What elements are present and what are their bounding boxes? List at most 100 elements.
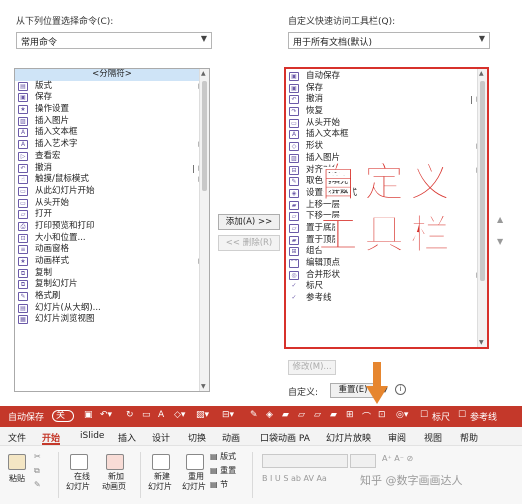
list-item[interactable]: ▨ 插入图片 (15, 116, 209, 128)
list-item[interactable]: ✎ 格式刷 (15, 291, 209, 303)
choose-commands-combo[interactable]: 常用命令 ▼ (16, 32, 212, 49)
list-item[interactable]: ⊡ 大小和位置... (15, 233, 209, 245)
new-slide-icon[interactable] (152, 454, 170, 470)
scroll-down-icon[interactable]: ▼ (479, 339, 484, 346)
reuse-slides-label-2: 幻灯片 (182, 482, 206, 491)
list-item[interactable]: ↶撤消|▶ (15, 163, 209, 175)
shapes-icon[interactable]: ◇▾ (174, 410, 185, 420)
list-item[interactable]: ▤版式▶ (15, 81, 209, 93)
eyedropper-icon[interactable]: ✎ (250, 410, 258, 420)
tab-slideshow[interactable]: 幻灯片放映 (326, 431, 371, 444)
list-item[interactable]: ⎙ 打印预览和打印 (15, 221, 209, 233)
scroll-thumb[interactable] (480, 81, 485, 281)
online-slides-icon[interactable] (70, 454, 88, 470)
remove-button[interactable]: << 删除(R) (218, 235, 280, 251)
list-item[interactable]: ↷ 恢复 (286, 106, 487, 118)
list-item[interactable]: ▦ 幻灯片浏览视图 (15, 314, 209, 326)
copy-icon[interactable]: ⧉ (34, 466, 40, 476)
move-up-icon[interactable]: ▲ (497, 215, 503, 224)
commands-list[interactable]: <分隔符> ▤版式▶ ▣保存 ★操作设置 ▨插入图片 A插入文本框 A插入艺术字… (14, 68, 210, 392)
vertical-scrollbar[interactable]: ▲ ▼ (477, 69, 487, 347)
add-button[interactable]: 添加(A) >> (218, 214, 280, 230)
list-item[interactable]: <分隔符> (15, 69, 209, 81)
divider (58, 452, 59, 498)
list-item[interactable]: ▭ 从此幻灯片开始 (15, 186, 209, 198)
autosave-toggle[interactable]: 关 (52, 410, 74, 422)
reset-slide-button[interactable]: ▤ 重置 (210, 466, 236, 476)
ruler-checkbox[interactable]: ☐ (420, 410, 428, 420)
tab-design[interactable]: 设计 (152, 431, 170, 444)
send-to-back-icon[interactable]: ▱ (314, 410, 321, 420)
tab-file[interactable]: 文件 (8, 431, 26, 444)
tab-insert[interactable]: 插入 (118, 431, 136, 444)
layout-button[interactable]: ▤ 版式 (210, 452, 236, 462)
merge-shapes-icon[interactable]: ◎▾ (396, 410, 408, 420)
picture-icon[interactable]: ▨▾ (196, 410, 209, 420)
textbox-icon[interactable]: A (158, 410, 164, 420)
custom-label: 自定义: (288, 388, 319, 398)
list-item[interactable]: ▣ 自动保存 (286, 71, 487, 83)
list-item[interactable]: ☝触摸/鼠标模式▶ (15, 174, 209, 186)
font-size-input[interactable] (350, 454, 376, 468)
list-item[interactable]: ⧉ 复制 (15, 268, 209, 280)
slideshow-icon[interactable]: ▭ (142, 410, 151, 420)
list-item[interactable]: ▭ 从头开始 (15, 198, 209, 210)
tab-help[interactable]: 帮助 (460, 431, 478, 444)
list-item[interactable]: ▤ 幻灯片(从大纲)... (15, 303, 209, 315)
tab-animations[interactable]: 动画 (222, 431, 240, 444)
list-item[interactable]: ≡ 动画窗格 (15, 244, 209, 256)
list-item[interactable]: ✓ 参考线 (286, 293, 487, 305)
font-name-input[interactable] (262, 454, 348, 468)
list-item[interactable]: ⧉ 复制幻灯片 (15, 279, 209, 291)
font-format-icons[interactable]: B I U S ab AV Aa (262, 474, 327, 484)
send-backward-icon[interactable]: ▱ (298, 410, 305, 420)
bring-forward-icon[interactable]: ▰ (282, 410, 289, 420)
list-item[interactable]: ▷ 查看宏 (15, 151, 209, 163)
bring-to-front-icon[interactable]: ▰ (330, 410, 337, 420)
list-item[interactable]: ▣ 保存 (15, 92, 209, 104)
list-item[interactable]: ▣ 保存 (286, 83, 487, 95)
layout-icon: ▤ (210, 452, 221, 461)
tab-islide[interactable]: iSlide (80, 431, 104, 441)
edit-points-icon[interactable]: ⌒ (362, 410, 371, 423)
list-item[interactable]: ★ 操作设置 (15, 104, 209, 116)
list-item[interactable]: ✓ 标尺 (286, 281, 487, 293)
arrow-down-icon (366, 362, 388, 404)
tab-pocket-animation[interactable]: 口袋动画 PA (260, 431, 310, 444)
list-item[interactable]: ▭ 从头开始 (286, 118, 487, 130)
list-item[interactable]: ▱ 打开 (15, 209, 209, 221)
scroll-thumb[interactable] (202, 81, 207, 191)
list-item[interactable]: ↶撤消|▶ (286, 94, 487, 106)
section-button[interactable]: ▤ 节 (210, 480, 228, 490)
format-painter-icon[interactable]: ✎ (34, 480, 41, 490)
reuse-slides-icon[interactable] (186, 454, 204, 470)
guides-checkbox[interactable]: ☐ (458, 410, 466, 420)
scroll-down-icon[interactable]: ▼ (201, 383, 206, 390)
tab-transitions[interactable]: 切换 (188, 431, 206, 444)
group-icon[interactable]: ⊞ (346, 410, 354, 420)
move-down-icon[interactable]: ▼ (497, 237, 503, 246)
tab-review[interactable]: 审阅 (388, 431, 406, 444)
modify-button[interactable]: 修改(M)... (288, 360, 336, 375)
list-item[interactable]: A 插入文本框 (286, 129, 487, 141)
list-item[interactable]: A插入艺术字▶ (15, 139, 209, 151)
paste-icon[interactable] (8, 454, 26, 470)
ungroup-icon[interactable]: ⊡ (378, 410, 386, 420)
vertical-scrollbar[interactable]: ▲ ▼ (199, 69, 209, 391)
format-shape-icon[interactable]: ◈ (266, 410, 273, 420)
redo-icon[interactable]: ↻ (126, 410, 134, 420)
list-item[interactable]: A 插入文本框 (15, 127, 209, 139)
list-item[interactable]: ★动画样式▶ (15, 256, 209, 268)
align-icon[interactable]: ⊟▾ (222, 410, 234, 420)
group-icon: ⊞ (289, 247, 299, 257)
customize-qat-combo[interactable]: 用于所有文档(默认) ▼ (288, 32, 490, 49)
scroll-up-icon[interactable]: ▲ (479, 70, 484, 77)
list-item[interactable]: ◎合并形状▶ (286, 270, 487, 282)
cut-icon[interactable]: ✂ (34, 452, 41, 462)
font-size-grow-icon[interactable]: A⁺ A⁻ ⊘ (382, 454, 413, 464)
tab-view[interactable]: 视图 (424, 431, 442, 444)
scroll-up-icon[interactable]: ▲ (201, 70, 206, 77)
undo-icon[interactable]: ↶▾ (100, 410, 112, 420)
save-icon[interactable]: ▣ (84, 410, 93, 420)
new-animation-page-icon[interactable] (106, 454, 124, 470)
